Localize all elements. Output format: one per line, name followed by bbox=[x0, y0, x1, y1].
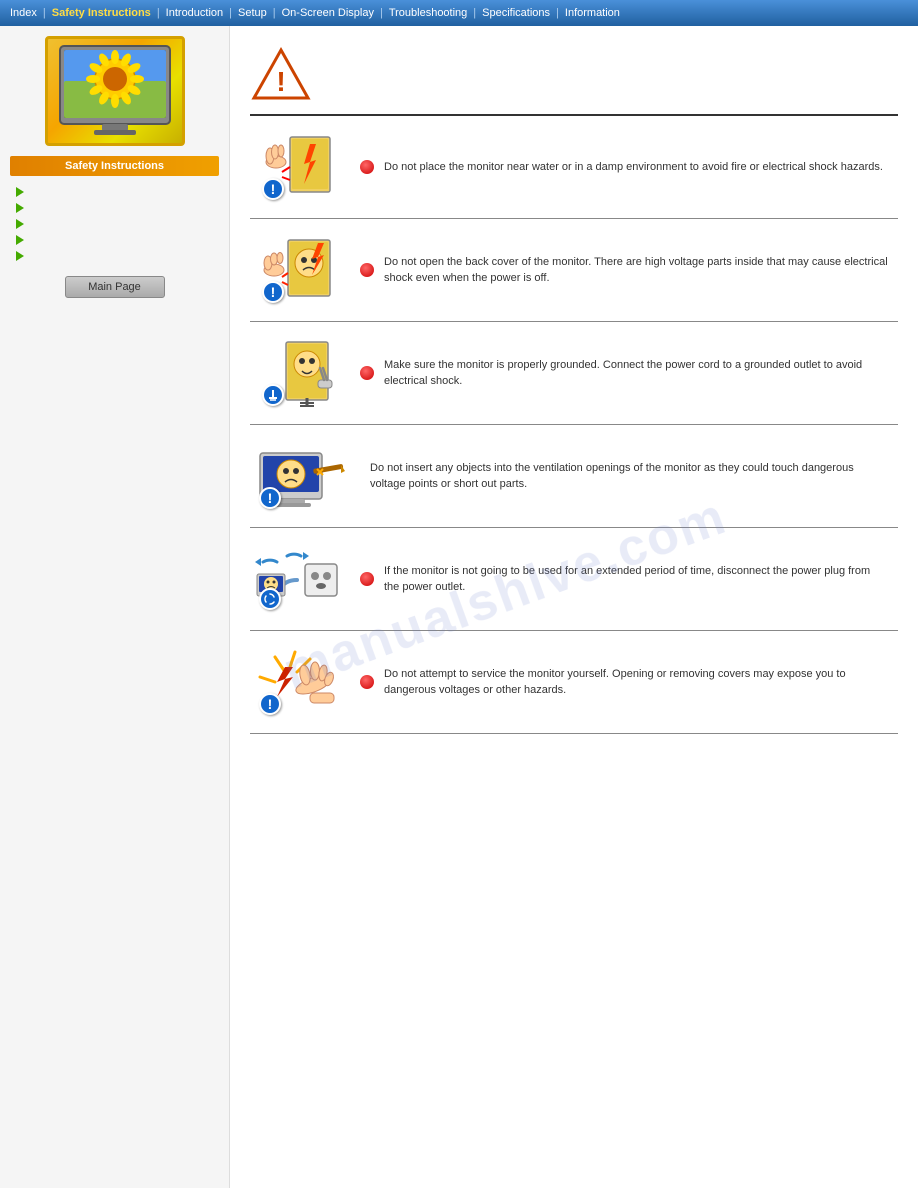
sidebar-arrow-2[interactable] bbox=[0, 200, 229, 216]
instruction-text-2: Do not open the back cover of the monito… bbox=[374, 254, 898, 287]
sidebar-arrow-4[interactable] bbox=[0, 232, 229, 248]
svg-text:!: ! bbox=[276, 66, 285, 97]
nav-index[interactable]: Index bbox=[4, 7, 43, 19]
warning-badge-4: ! bbox=[259, 487, 281, 509]
instruction-row-6: ! Do not attempt to service the monitor … bbox=[250, 631, 898, 734]
sidebar-arrow-5[interactable] bbox=[0, 248, 229, 264]
arrow-icon-4 bbox=[16, 235, 24, 245]
instruction-row-4: ! Do not insert any objects into the ven… bbox=[250, 425, 898, 528]
warning-badge-2: ! bbox=[262, 281, 284, 303]
navigation-bar: Index | Safety Instructions | Introducti… bbox=[0, 0, 918, 26]
main-container: Safety Instructions Main Page ! bbox=[0, 26, 918, 1188]
nav-specifications[interactable]: Specifications bbox=[476, 7, 556, 19]
instruction-text-3: Make sure the monitor is properly ground… bbox=[374, 357, 898, 390]
red-dot-2 bbox=[360, 263, 374, 277]
instruction-text-1: Do not place the monitor near water or i… bbox=[374, 159, 898, 176]
instruction-icon-3 bbox=[250, 338, 350, 408]
red-dot-5 bbox=[360, 572, 374, 586]
red-dot-3 bbox=[360, 366, 374, 380]
sidebar-arrow-1[interactable] bbox=[0, 184, 229, 200]
arrow-icon-1 bbox=[16, 187, 24, 197]
instruction-icon-5 bbox=[250, 544, 350, 614]
red-dot-1 bbox=[360, 160, 374, 174]
ground-badge-3 bbox=[262, 384, 284, 406]
instruction-row-1: ! Do not place the monitor near water or… bbox=[250, 116, 898, 219]
instruction-icon-6: ! bbox=[250, 647, 350, 717]
sidebar-arrow-3[interactable] bbox=[0, 216, 229, 232]
nav-safety-instructions[interactable]: Safety Instructions bbox=[46, 7, 157, 19]
nav-osd[interactable]: On-Screen Display bbox=[276, 7, 380, 19]
sidebar-title: Safety Instructions bbox=[10, 156, 219, 176]
instruction-icon-2: ! bbox=[250, 235, 350, 305]
instruction-text-6: Do not attempt to service the monitor yo… bbox=[374, 666, 898, 699]
red-dot-6 bbox=[360, 675, 374, 689]
instruction-text-4: Do not insert any objects into the venti… bbox=[360, 460, 898, 493]
warning-header-section: ! bbox=[250, 36, 898, 116]
content-area: ! bbox=[230, 26, 918, 1188]
instruction-row-2: ! Do not open the back cover of the moni… bbox=[250, 219, 898, 322]
warning-triangle-icon: ! bbox=[250, 46, 310, 100]
arrow-icon-3 bbox=[16, 219, 24, 229]
nav-setup[interactable]: Setup bbox=[232, 7, 273, 19]
nav-information[interactable]: Information bbox=[559, 7, 626, 19]
recycle-badge-5 bbox=[259, 588, 281, 610]
sidebar: Safety Instructions Main Page bbox=[0, 26, 230, 1188]
instruction-icon-1: ! bbox=[250, 132, 350, 202]
warning-badge-6: ! bbox=[259, 693, 281, 715]
warning-badge-1: ! bbox=[262, 178, 284, 200]
instruction-icon-4: ! bbox=[250, 441, 350, 511]
instruction-row-3: Make sure the monitor is properly ground… bbox=[250, 322, 898, 425]
instruction-text-5: If the monitor is not going to be used f… bbox=[374, 563, 898, 596]
sidebar-image bbox=[45, 36, 185, 146]
arrow-icon-2 bbox=[16, 203, 24, 213]
nav-troubleshooting[interactable]: Troubleshooting bbox=[383, 7, 473, 19]
monitor-illustration bbox=[50, 41, 180, 141]
arrow-icon-5 bbox=[16, 251, 24, 261]
instruction-row-5: If the monitor is not going to be used f… bbox=[250, 528, 898, 631]
main-page-button[interactable]: Main Page bbox=[65, 276, 165, 298]
nav-introduction[interactable]: Introduction bbox=[160, 7, 229, 19]
